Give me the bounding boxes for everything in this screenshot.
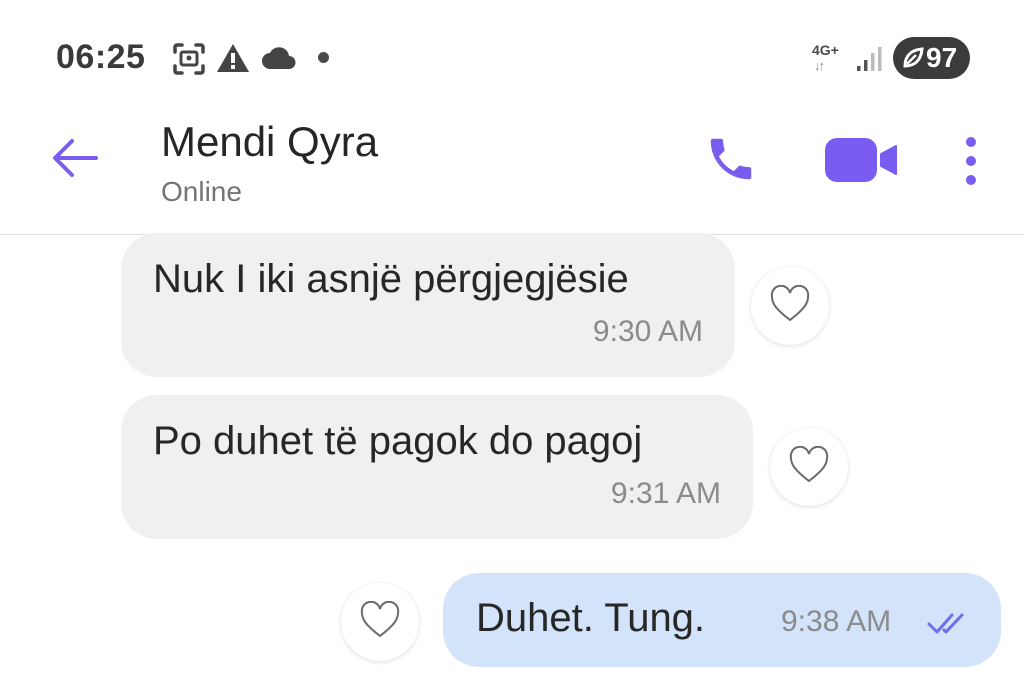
network-indicator: 4G+ ↓↑ [812,42,846,76]
charging-icon [901,46,925,75]
message-time: 9:30 AM [592,315,703,348]
message-time: 9:38 AM [781,605,892,638]
back-arrow-icon[interactable] [50,136,100,180]
video-camera-icon[interactable] [823,136,899,184]
like-button[interactable] [770,428,848,506]
phone-icon[interactable] [704,132,758,186]
contact-name[interactable]: Mendi Qyra [161,118,378,166]
notification-dot [318,52,329,63]
message-time: 9:31 AM [610,477,721,510]
network-type: 4G+ [812,42,839,58]
signal-icon [856,46,884,77]
contact-status: Online [161,176,242,207]
screenshot-icon [172,42,206,81]
battery-level: 97 [926,42,958,73]
battery-icon: 97 [893,37,970,79]
status-bar: 06:25 4G+ ↓↑ 97 [0,0,1024,110]
like-button[interactable] [341,583,419,661]
message-text: Po duhet të pagok do pagoj [153,419,643,463]
message-list: Nuk I iki asnjë përgjegjësie 9:30 AM Po … [0,233,1024,691]
heart-icon [788,445,830,489]
chat-header: Mendi Qyra Online [0,110,1024,235]
cloud-icon [261,46,297,75]
more-vertical-icon[interactable] [958,136,984,186]
heart-icon [359,600,401,644]
double-check-icon [926,610,972,641]
incoming-message-bubble[interactable]: Nuk I iki asnjë përgjegjësie 9:30 AM [121,233,735,377]
outgoing-message-bubble[interactable]: Duhet. Tung. 9:38 AM [443,573,1001,667]
status-time: 06:25 [56,38,146,76]
like-button[interactable] [751,267,829,345]
incoming-message-bubble[interactable]: Po duhet të pagok do pagoj 9:31 AM [121,395,753,539]
heart-icon [769,284,811,328]
data-arrows-icon: ↓↑ [814,58,825,73]
message-text: Nuk I iki asnjë përgjegjësie [153,257,629,301]
message-text: Duhet. Tung. [476,596,706,640]
warning-icon [216,42,250,79]
